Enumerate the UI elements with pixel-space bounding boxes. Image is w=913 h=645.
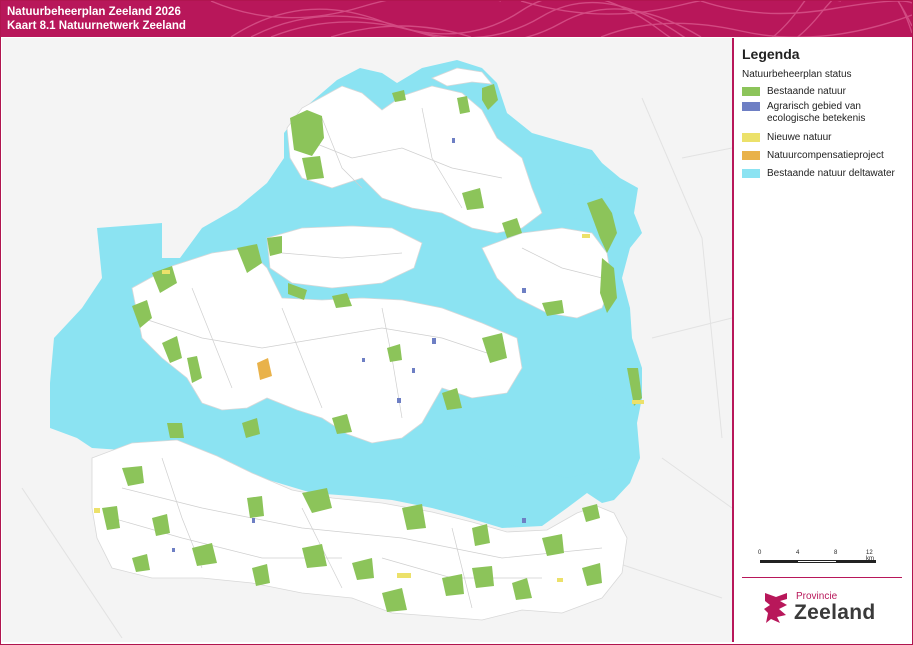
legend-item-label: Natuurcompensatieproject xyxy=(767,150,884,161)
scale-tick: 8 xyxy=(834,550,838,556)
legend-title: Legenda xyxy=(742,46,800,62)
swatch-yellow-icon xyxy=(742,133,760,142)
map-canvas[interactable] xyxy=(2,38,732,642)
legend-item-label: Bestaande natuur deltawater xyxy=(767,168,895,179)
logo-zeeland-text: Zeeland xyxy=(794,601,876,624)
legend-item-bestaande-natuur: Bestaande natuur xyxy=(742,86,907,98)
title-line-2: Kaart 8.1 Natuurnetwerk Zeeland xyxy=(7,20,186,32)
legend-item-agrarisch-gebied: Agrarisch gebied van ecologische beteken… xyxy=(742,101,907,125)
swatch-orange-icon xyxy=(742,151,760,160)
legend-rule xyxy=(742,577,902,578)
title-line-1: Natuurbeheerplan Zeeland 2026 xyxy=(7,6,181,18)
swatch-green-icon xyxy=(742,87,760,96)
legend-subtitle: Natuurbeheerplan status xyxy=(742,69,852,80)
legend-panel: Legenda Natuurbeheerplan status Bestaand… xyxy=(734,38,910,642)
scale-line xyxy=(760,560,876,563)
scale-tick: 0 xyxy=(758,550,762,556)
legend-item-nieuwe-natuur: Nieuwe natuur xyxy=(742,132,907,144)
legend-item-natuurcompensatieproject: Natuurcompensatieproject xyxy=(742,150,907,162)
map-graphic xyxy=(2,38,732,642)
swatch-blue-icon xyxy=(742,102,760,111)
legend-item-label: Agrarisch gebied van ecologische beteken… xyxy=(767,101,866,124)
map-title: Natuurbeheerplan Zeeland 2026 Kaart 8.1 … xyxy=(7,5,186,33)
legend-item-deltawater: Bestaande natuur deltawater xyxy=(742,168,907,180)
legend-item-label: Bestaande natuur xyxy=(767,86,846,97)
legend-item-label: Nieuwe natuur xyxy=(767,132,832,143)
zeeland-crest-icon xyxy=(764,593,787,623)
scale-bar: 0 4 8 12 km xyxy=(758,550,876,566)
scale-tick: 4 xyxy=(796,550,800,556)
swatch-cyan-icon xyxy=(742,169,760,178)
provincie-zeeland-logo: Provincie Zeeland xyxy=(762,587,892,627)
title-bar: Natuurbeheerplan Zeeland 2026 Kaart 8.1 … xyxy=(1,1,912,37)
